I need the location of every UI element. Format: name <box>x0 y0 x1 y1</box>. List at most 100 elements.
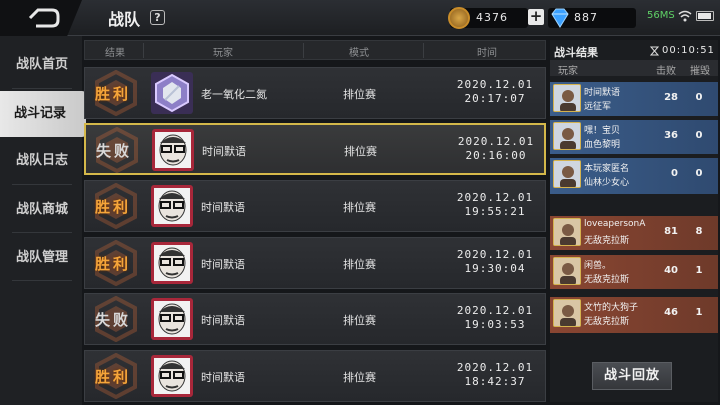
match-time: 2020.12.01 19:30:04 <box>447 248 543 276</box>
battery-icon <box>696 11 714 21</box>
table-row[interactable]: 胜利 时间默语 排位赛 2020.12.01 19:30:04 <box>84 237 546 289</box>
player-result-row[interactable]: loveapersonA 无敌克拉斯 81 8 <box>550 216 718 250</box>
ping-readout: 56MS <box>647 10 675 21</box>
diamond-icon <box>551 8 569 28</box>
table-row[interactable]: 胜利 时间默语 排位赛 2020.12.01 18:42:37 <box>84 350 546 402</box>
gem-balance: 887 <box>548 8 636 28</box>
sidebar-item-team-log[interactable]: 战队日志 <box>0 138 82 184</box>
destroy-count: 1 <box>695 307 703 318</box>
coin-balance: 4376 <box>448 7 528 29</box>
team-name: 无敌克拉斯 <box>584 236 630 246</box>
player-result-row[interactable]: 文竹的大狗子 无敌克拉斯 46 1 <box>550 297 718 333</box>
battle-replay-button[interactable]: 战斗回放 <box>592 362 672 390</box>
match-date: 2020.12.01 <box>456 191 534 204</box>
add-currency-button[interactable]: + <box>528 9 544 25</box>
sidebar-item-battle-records[interactable]: 战斗记录 <box>0 91 86 137</box>
back-arrow-icon <box>28 8 60 28</box>
player-name: loveapersonA <box>584 219 646 229</box>
game-mode: 排位赛 <box>344 145 377 158</box>
team-name: 无敌克拉斯 <box>584 317 630 327</box>
top-bar: 战队 ? 4376 + 887 56MS <box>0 0 720 36</box>
player-name: 时间默语 <box>584 88 621 98</box>
player-result-row[interactable]: 本玩家匿名 仙林少女心 0 0 <box>550 158 718 194</box>
match-clock: 19:55:21 <box>464 205 526 218</box>
kill-count: 40 <box>664 265 678 276</box>
coin-value: 4376 <box>476 11 508 24</box>
player-name: 时间默语 <box>201 314 245 327</box>
match-time: 2020.12.01 20:17:07 <box>447 78 543 106</box>
team-name: 无敌克拉斯 <box>584 275 630 285</box>
hourglass-icon <box>650 46 659 56</box>
match-date: 2020.12.01 <box>456 248 534 261</box>
sidebar-item-team-home[interactable]: 战队首页 <box>0 42 82 88</box>
panel-column-header: 玩家 击败 摧毁 <box>550 60 718 77</box>
gem-value: 887 <box>574 11 598 24</box>
game-mode: 排位赛 <box>343 201 376 214</box>
match-time: 2020.12.01 20:16:00 <box>448 135 544 163</box>
column-header-kills: 击败 <box>656 66 676 77</box>
match-clock: 19:03:53 <box>464 318 526 331</box>
result-label: 失败 <box>96 142 133 160</box>
player-avatar <box>151 298 193 340</box>
table-row[interactable]: 胜利 时间默语 排位赛 2020.12.01 19:55:21 <box>84 180 546 232</box>
column-header-destroys: 摧毁 <box>690 66 710 77</box>
player-avatar <box>151 242 193 284</box>
match-date: 2020.12.01 <box>456 361 534 374</box>
match-time: 2020.12.01 19:55:21 <box>447 191 543 219</box>
game-mode: 排位赛 <box>343 88 376 101</box>
result-label: 胜利 <box>95 255 132 273</box>
player-avatar <box>553 218 581 246</box>
kill-count: 36 <box>664 130 678 141</box>
back-button[interactable] <box>0 0 82 36</box>
column-header-result: 结果 <box>105 48 125 59</box>
result-label: 失败 <box>95 311 132 329</box>
match-clock: 20:16:00 <box>465 149 527 162</box>
table-row[interactable]: 胜利 老一氧化二氮 排位赛 2020.12.01 20:17:07 <box>84 67 546 119</box>
sidebar-item-team-manage[interactable]: 战队管理 <box>0 235 82 281</box>
kill-count: 81 <box>664 226 678 237</box>
column-header-player: 玩家 <box>213 48 233 59</box>
match-clock: 20:17:07 <box>464 92 526 105</box>
result-label: 胜利 <box>95 198 132 216</box>
match-time: 2020.12.01 19:03:53 <box>447 304 543 332</box>
destroy-count: 0 <box>695 168 703 179</box>
team-name: 血色黎明 <box>584 140 621 150</box>
player-avatar <box>151 72 193 114</box>
battle-result-panel: 战斗结果 00:10:51 玩家 击败 摧毁 时间默语 远征军 28 0 嘿！宝… <box>550 40 718 402</box>
game-mode: 排位赛 <box>343 258 376 271</box>
sidebar-item-team-shop[interactable]: 战队商城 <box>0 187 82 233</box>
player-result-row[interactable]: 时间默语 远征军 28 0 <box>550 82 718 116</box>
divider <box>12 184 72 185</box>
match-time: 2020.12.01 18:42:37 <box>447 361 543 389</box>
player-result-row[interactable]: 闲兽。 无敌克拉斯 40 1 <box>550 255 718 289</box>
destroy-count: 0 <box>695 92 703 103</box>
match-clock: 18:42:37 <box>464 375 526 388</box>
player-avatar <box>553 84 581 112</box>
player-result-row[interactable]: 嘿！宝贝 血色黎明 36 0 <box>550 120 718 154</box>
column-header-player: 玩家 <box>558 66 578 77</box>
team-name: 仙林少女心 <box>584 178 630 188</box>
game-mode: 排位赛 <box>343 314 376 327</box>
table-row[interactable]: 失败 时间默语 排位赛 2020.12.01 19:03:53 <box>84 293 546 345</box>
divider <box>12 88 72 89</box>
sidebar: 战队首页 战斗记录 战队日志 战队商城 战队管理 <box>0 36 86 405</box>
result-label: 胜利 <box>95 368 132 386</box>
result-label: 胜利 <box>95 85 132 103</box>
player-avatar <box>151 185 193 227</box>
match-date: 2020.12.01 <box>456 78 534 91</box>
column-header-mode: 模式 <box>349 48 369 59</box>
player-name: 时间默语 <box>202 145 246 158</box>
player-avatar <box>553 122 581 150</box>
help-icon[interactable]: ? <box>150 10 165 25</box>
table-row[interactable]: 失败 时间默语 排位赛 2020.12.01 20:16:00 <box>84 123 546 175</box>
page-title: 战队 <box>108 10 141 29</box>
player-name: 时间默语 <box>201 371 245 384</box>
match-date: 2020.12.01 <box>457 135 535 148</box>
player-name: 本玩家匿名 <box>584 164 630 174</box>
column-header-time: 时间 <box>477 48 497 59</box>
game-mode: 排位赛 <box>343 371 376 384</box>
player-name: 文竹的大狗子 <box>584 303 639 313</box>
destroy-count: 0 <box>695 130 703 141</box>
kill-count: 0 <box>671 168 678 179</box>
player-name: 闲兽。 <box>584 261 612 271</box>
